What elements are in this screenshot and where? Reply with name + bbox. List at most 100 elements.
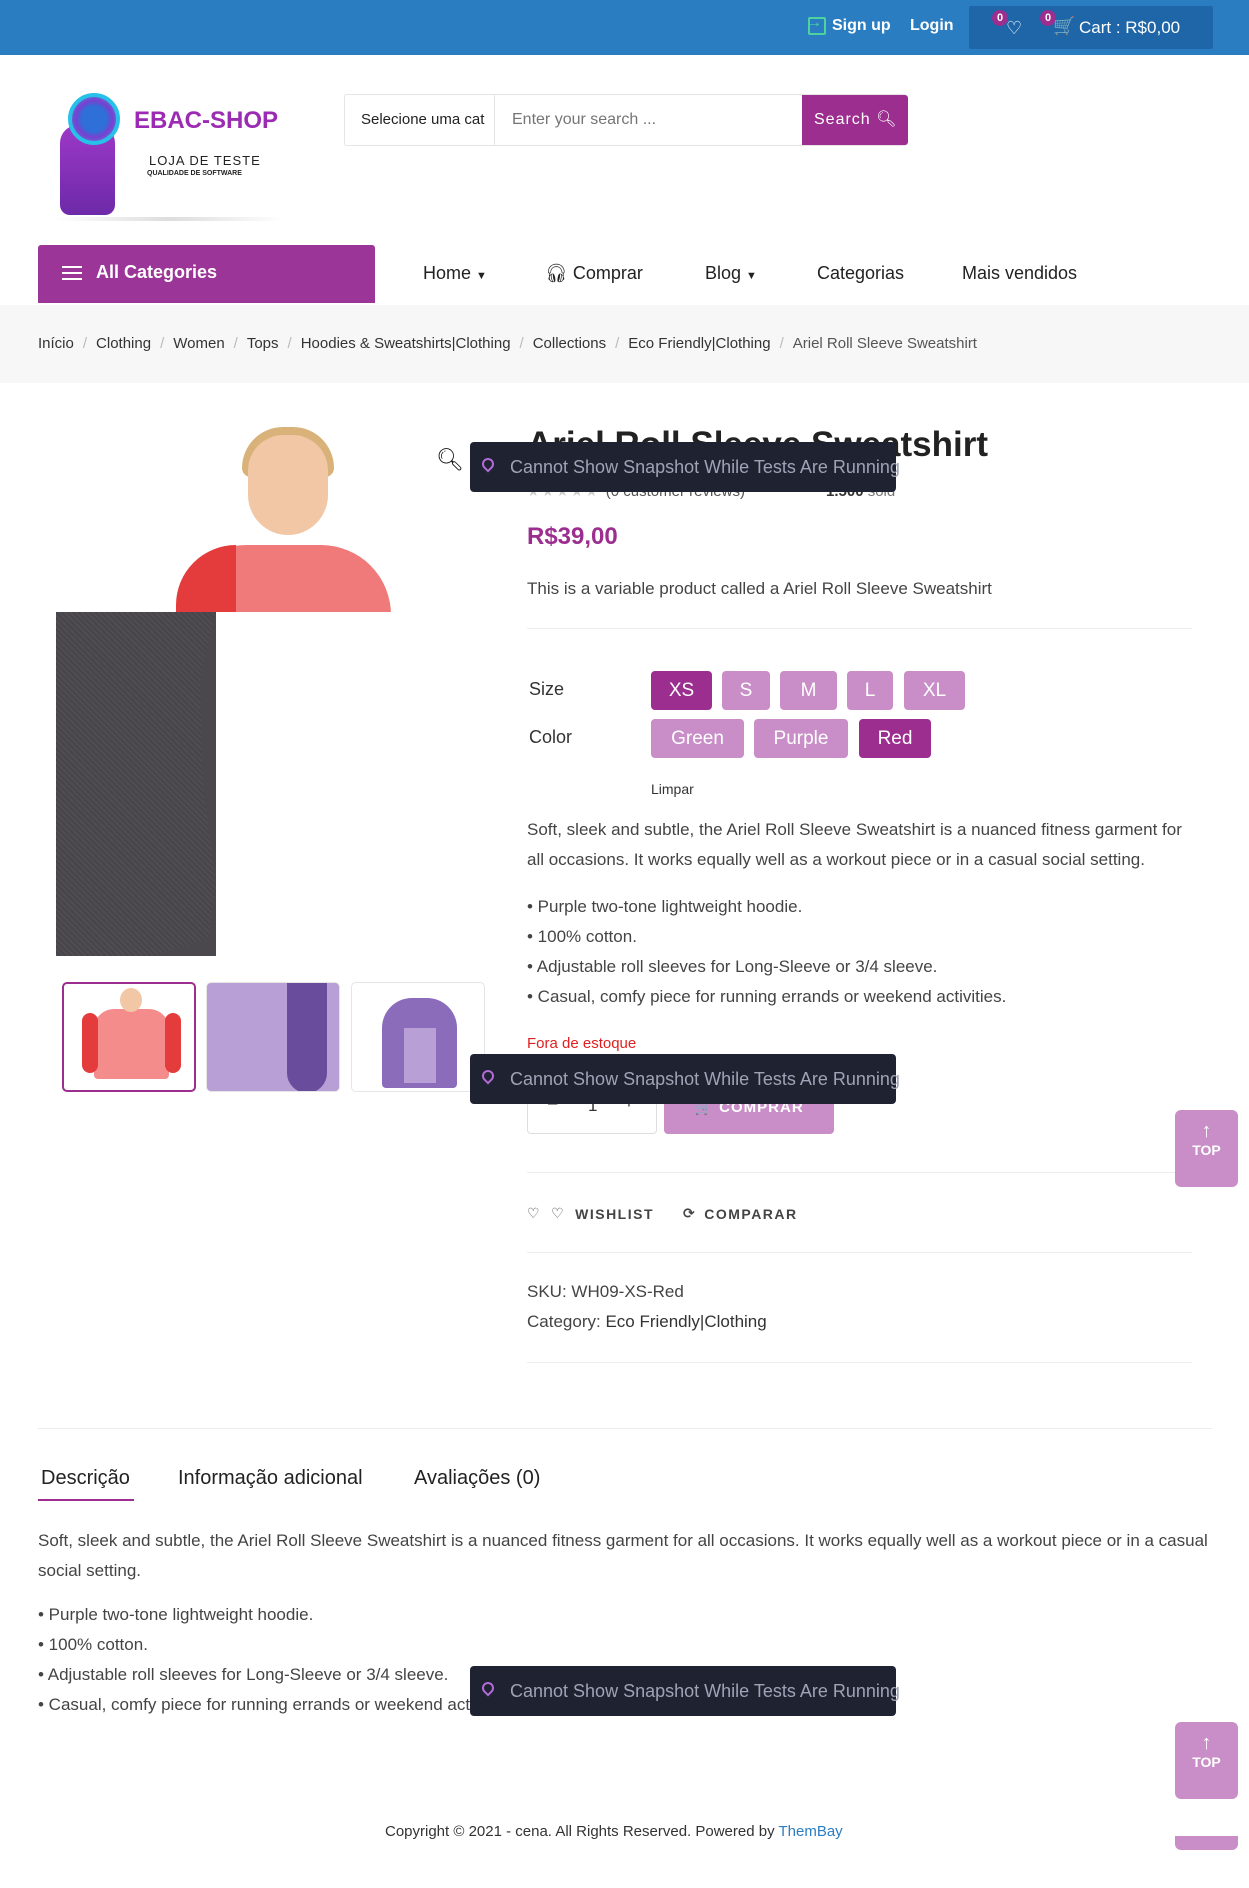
sku-value: WH09-XS-Red [571, 1282, 684, 1301]
compare-button[interactable]: ⟳ COMPARAR [683, 1205, 798, 1222]
nav-categorias[interactable]: Categorias [817, 263, 904, 284]
arrow-up-icon: ↑ [1201, 1120, 1212, 1142]
list-item: • 100% cotton. [38, 1635, 148, 1654]
list-item: • Adjustable roll sleeves for Long-Sleev… [527, 957, 938, 976]
nav-blog[interactable]: Blog ▼ [705, 263, 757, 284]
color-label: Color [529, 727, 573, 747]
back-to-top-button[interactable] [1175, 1836, 1238, 1850]
list-item: • Purple two-tone lightweight hoodie. [38, 1605, 314, 1624]
heart-icon: ♡ [527, 1205, 542, 1221]
list-item: • Adjustable roll sleeves for Long-Sleev… [38, 1665, 449, 1684]
list-item: • Casual, comfy piece for running errand… [38, 1695, 518, 1714]
product-thumbnail[interactable] [206, 982, 340, 1092]
search-category-select[interactable]: Selecione uma cat [345, 95, 495, 145]
color-option-purple[interactable]: Purple [754, 719, 848, 758]
product-thumbnail[interactable] [62, 982, 196, 1092]
headset-icon: 🎧︎ [545, 263, 568, 283]
nav-comprar[interactable]: 🎧︎ Comprar [545, 263, 643, 284]
snapshot-warning-overlay: Cannot Show Snapshot While Tests Are Run… [470, 1054, 900, 1104]
search-input[interactable] [496, 95, 796, 145]
product-image-main[interactable] [56, 612, 216, 956]
category-link[interactable]: Eco Friendly|Clothing [605, 1312, 766, 1331]
wishlist-button[interactable]: ♡ ♡ WISHLIST [527, 1205, 654, 1222]
back-to-top-button[interactable]: ↑ TOP [1175, 1722, 1238, 1799]
product-thumbnail[interactable] [351, 982, 485, 1092]
product-description: Soft, sleek and subtle, the Ariel Roll S… [527, 820, 1182, 869]
search-bar: Selecione uma cat Search 🔍︎ [344, 94, 908, 146]
size-option-xs[interactable]: XS [651, 671, 712, 710]
tab-avaliacoes[interactable]: Avaliações (0) [414, 1467, 540, 1490]
cart-box[interactable]: 0 ♡ 0 🛒 Cart : R$0,00 [969, 6, 1213, 49]
back-to-top-button[interactable]: ↑ TOP [1175, 1110, 1238, 1187]
size-option-m[interactable]: M [780, 671, 837, 710]
search-button-label: Search [814, 111, 871, 128]
site-logo[interactable]: EBAC-SHOP LOJA DE TESTE QUALIDADE DE SOF… [50, 85, 290, 225]
breadcrumb-item[interactable]: Eco Friendly|Clothing [628, 335, 770, 352]
pin-icon [479, 1679, 497, 1697]
signup-icon [806, 14, 826, 35]
search-icon: 🔍︎ [876, 111, 898, 128]
logo-tagline: QUALIDADE DE SOFTWARE [147, 170, 242, 177]
back-to-top-label: TOP [1192, 1142, 1221, 1158]
logo-subtitle: LOJA DE TESTE [149, 153, 261, 168]
color-option-red[interactable]: Red [859, 719, 931, 758]
zoom-icon[interactable]: 🔍︎ [436, 447, 464, 473]
size-label: Size [529, 679, 565, 699]
divider [527, 1172, 1192, 1173]
feature-list: • Purple two-tone lightweight hoodie. • … [527, 892, 1006, 1012]
nav-home-label: Home [423, 263, 472, 283]
nav-comprar-label: Comprar [572, 263, 643, 283]
wishlist-label: WISHLIST [575, 1205, 655, 1222]
tab-descricao[interactable]: Descrição [41, 1467, 130, 1490]
breadcrumb-item[interactable]: Hoodies & Sweatshirts|Clothing [301, 335, 511, 352]
product-image-top[interactable] [176, 425, 391, 612]
product-category: Category: Eco Friendly|Clothing [527, 1312, 767, 1332]
size-option-l[interactable]: L [847, 671, 893, 710]
logo-target-icon [68, 93, 120, 145]
copyright-text: Copyright © 2021 - cena. All Rights Rese… [385, 1823, 779, 1840]
wishlist-heart-icon[interactable]: ♡ [1006, 18, 1022, 39]
thembay-link[interactable]: ThemBay [778, 1823, 842, 1840]
nav-home[interactable]: Home ▼ [423, 263, 487, 284]
tab-informacao-adicional[interactable]: Informação adicional [178, 1467, 363, 1490]
breadcrumb-item[interactable]: Clothing [96, 335, 151, 352]
snapshot-warning-overlay: Cannot Show Snapshot While Tests Are Run… [470, 442, 900, 492]
breadcrumb-current: Ariel Roll Sleeve Sweatshirt [792, 335, 977, 352]
back-to-top-label: TOP [1192, 1754, 1221, 1770]
compare-label: COMPARAR [704, 1205, 798, 1222]
search-button[interactable]: Search 🔍︎ [802, 95, 908, 145]
snapshot-warning-text: Cannot Show Snapshot While Tests Are Run… [510, 1681, 900, 1701]
top-bar: Sign up Login 0 ♡ 0 🛒 Cart : R$0,00 [0, 0, 1249, 55]
product-price: R$39,00 [527, 523, 618, 550]
color-option-green[interactable]: Green [651, 719, 744, 758]
arrow-up-icon: ↑ [1201, 1732, 1212, 1754]
size-option-s[interactable]: S [722, 671, 770, 710]
clear-selection-link[interactable]: Limpar [651, 781, 694, 797]
all-categories-button[interactable]: All Categories [38, 245, 375, 303]
logo-brand: EBAC-SHOP [134, 107, 279, 134]
nav-mais-vendidos[interactable]: Mais vendidos [962, 263, 1077, 284]
breadcrumb-item[interactable]: Início [38, 335, 74, 352]
pin-icon [479, 1067, 497, 1085]
sku-label: SKU: [527, 1282, 567, 1301]
cart-icon[interactable]: 🛒 [1053, 16, 1075, 37]
login-link[interactable]: Login [910, 17, 954, 35]
breadcrumb: Início / Clothing / Women / Tops / Hoodies &… [0, 305, 1249, 383]
chevron-down-icon: ▼ [746, 270, 757, 282]
breadcrumb-item[interactable]: Tops [247, 335, 279, 352]
divider [527, 628, 1192, 629]
snapshot-warning-text: Cannot Show Snapshot While Tests Are Run… [510, 457, 900, 477]
breadcrumb-item[interactable]: Collections [533, 335, 606, 352]
pin-icon [479, 455, 497, 473]
stock-status: Fora de estoque [527, 1035, 637, 1052]
product-sku: SKU: WH09-XS-Red [527, 1282, 684, 1302]
short-description: This is a variable product called a Arie… [527, 579, 992, 598]
list-item: • 100% cotton. [527, 927, 637, 946]
heart-icon: ♡ [551, 1205, 566, 1221]
breadcrumb-item[interactable]: Women [173, 335, 224, 352]
logo-divider [55, 217, 285, 221]
all-categories-label: All Categories [96, 262, 218, 282]
cart-total[interactable]: Cart : R$0,00 [1079, 18, 1180, 38]
size-option-xl[interactable]: XL [904, 671, 965, 710]
signup-link[interactable]: Sign up [806, 14, 891, 35]
